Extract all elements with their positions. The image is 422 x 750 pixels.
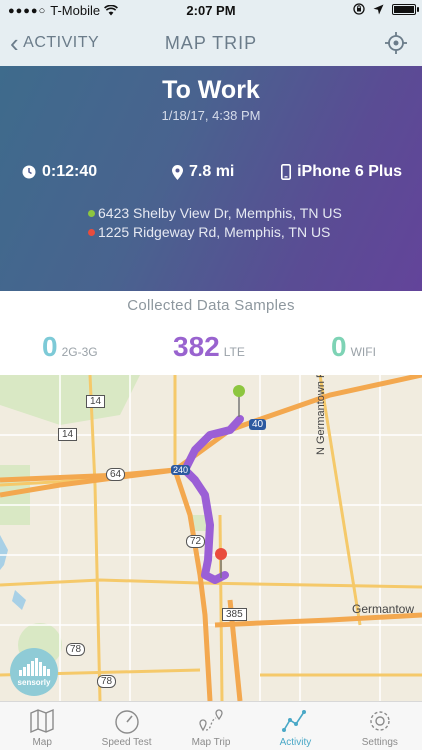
- battery-icon: [392, 3, 419, 15]
- trip-map[interactable]: N Germantown Pkwy Germantow 14 14 64 40 …: [0, 375, 422, 701]
- city-label: Germantow: [352, 602, 415, 616]
- street-label: N Germantown Pkwy: [315, 375, 327, 455]
- sample-2g3g-count: 0: [42, 331, 58, 362]
- clock-icon: [22, 165, 36, 179]
- locate-target-icon[interactable]: [384, 31, 408, 55]
- start-address: 6423 Shelby View Dr, Memphis, TN US: [88, 204, 342, 223]
- samples-label: Collected Data Samples: [127, 297, 295, 314]
- sample-wifi: 0 WIFI: [331, 331, 376, 363]
- tab-activity-label: Activity: [279, 737, 312, 748]
- location-arrow-icon: [373, 4, 384, 14]
- phone-icon: [281, 164, 292, 180]
- duration-value: 0:12:40: [42, 163, 98, 180]
- tab-map[interactable]: Map: [0, 702, 84, 750]
- shield-route-78-b: 78: [97, 675, 117, 688]
- shield-route-385: 385: [222, 608, 247, 621]
- trip-duration: 0:12:40: [22, 163, 97, 181]
- tab-speed-test[interactable]: Speed Test: [84, 702, 168, 750]
- page-title: MAP TRIP: [164, 33, 258, 53]
- shield-route-78-a: 78: [66, 643, 86, 656]
- trip-header: To Work 1/18/17, 4:38 PM 0:12:40 7.8 mi …: [0, 66, 422, 291]
- tab-bar: Map Speed Test Map Trip Activity Setting…: [0, 701, 422, 750]
- location-pin-icon: [172, 164, 183, 180]
- trip-icon: [199, 709, 223, 732]
- start-dot-icon: [88, 210, 95, 217]
- shield-route-72: 72: [186, 535, 206, 548]
- tab-map-trip-label: Map Trip: [191, 737, 231, 748]
- shield-interstate-40: 40: [249, 419, 267, 430]
- status-bar: ●●●●○ T-Mobile 2:07 PM: [0, 0, 422, 22]
- speedometer-icon: [114, 710, 139, 734]
- trip-distance: 7.8 mi: [172, 163, 234, 181]
- trip-device: iPhone 6 Plus: [281, 163, 402, 181]
- nav-bar: ‹ ACTIVITY MAP TRIP: [0, 22, 422, 66]
- trip-name: To Work: [162, 76, 260, 104]
- sample-2g3g-unit: 2G-3G: [61, 345, 98, 359]
- sample-lte-count: 382: [173, 331, 220, 362]
- end-dot-icon: [88, 229, 95, 236]
- device-value: iPhone 6 Plus: [297, 163, 402, 180]
- shield-us-14-a: 14: [86, 395, 106, 408]
- tab-map-trip[interactable]: Map Trip: [169, 702, 253, 750]
- shield-interstate-240: 240: [171, 465, 191, 475]
- sample-wifi-unit: WIFI: [350, 345, 376, 359]
- gear-icon: [370, 711, 390, 731]
- logo-text: sensorly: [17, 677, 51, 687]
- shield-us-64: 64: [106, 468, 126, 481]
- start-address-text: 6423 Shelby View Dr, Memphis, TN US: [98, 205, 342, 221]
- map-icon: [30, 708, 54, 734]
- trip-date: 1/18/17, 4:38 PM: [161, 108, 261, 123]
- end-address: 1225 Ridgeway Rd, Memphis, TN US: [88, 223, 342, 242]
- sample-lte: 382 LTE: [173, 331, 245, 363]
- sample-wifi-count: 0: [331, 331, 347, 362]
- sample-2g3g: 0 2G-3G: [42, 331, 98, 363]
- sample-lte-unit: LTE: [223, 345, 245, 359]
- trip-stats: 0:12:40 7.8 mi iPhone 6 Plus: [0, 163, 422, 187]
- data-samples-panel: Collected Data Samples 0 2G-3G 382 LTE 0…: [0, 291, 422, 375]
- orientation-lock-icon: [353, 3, 365, 15]
- tab-settings-label: Settings: [361, 737, 398, 748]
- shield-us-14-b: 14: [58, 428, 78, 441]
- sensorly-logo: sensorly: [10, 648, 58, 696]
- activity-chart-icon: [282, 710, 307, 732]
- start-pin-icon: [233, 385, 245, 417]
- distance-value: 7.8 mi: [189, 163, 235, 180]
- map-canvas: [0, 375, 422, 701]
- tab-activity[interactable]: Activity: [253, 702, 337, 750]
- end-address-text: 1225 Ridgeway Rd, Memphis, TN US: [98, 224, 331, 240]
- tab-settings[interactable]: Settings: [338, 702, 422, 750]
- trip-addresses: 6423 Shelby View Dr, Memphis, TN US 1225…: [88, 204, 342, 242]
- tab-speed-test-label: Speed Test: [101, 737, 152, 748]
- tab-map-label: Map: [32, 737, 52, 748]
